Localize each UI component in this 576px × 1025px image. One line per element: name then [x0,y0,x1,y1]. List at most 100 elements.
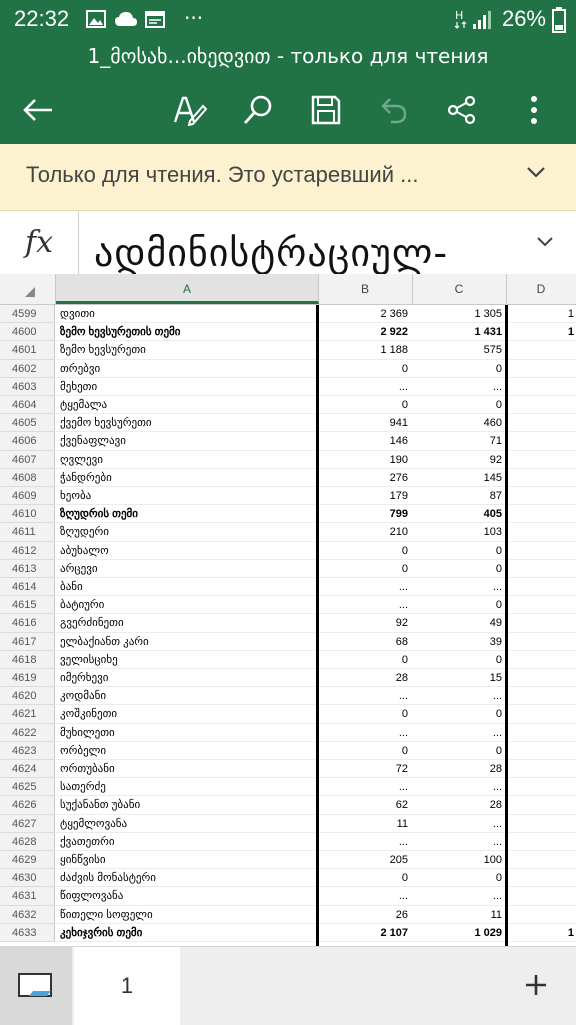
cell-a[interactable]: ზღუდრის თემი [56,505,318,524]
cell-c[interactable]: 0 [412,396,506,415]
cell-b[interactable]: 190 [318,451,412,469]
cell-b[interactable]: ... [318,687,412,706]
row-number[interactable]: 4632 [0,905,55,924]
cell-a[interactable]: ღვლევი [56,451,318,469]
cell-a[interactable]: ზემო ხევსურეთის თემი [56,323,318,342]
cell-c[interactable]: 0 [412,869,506,888]
cell-d[interactable] [506,633,576,651]
more-vertical-icon[interactable] [512,88,556,132]
row-number[interactable]: 4611 [0,523,55,542]
arrow-left-icon[interactable] [16,88,60,132]
cell-a[interactable]: ბატიური [56,596,318,615]
row-number[interactable]: 4621 [0,705,55,724]
chevron-down-icon[interactable] [536,233,554,252]
row-number[interactable]: 4616 [0,614,55,633]
cell-c[interactable]: 460 [412,414,506,433]
row-number[interactable]: 4629 [0,851,55,870]
cell-a[interactable]: ტყემლოვანა [56,815,318,833]
cell-c[interactable]: ... [412,578,506,597]
cell-a[interactable]: ზემო ხევსურეთი [56,341,318,360]
formula-bar[interactable]: fx ადმინისტრაციულ- [0,211,576,275]
cell-c[interactable]: 15 [412,669,506,688]
cell-b[interactable]: 62 [318,796,412,815]
cell-d[interactable] [506,341,576,360]
cell-d[interactable] [506,523,576,542]
cell-c[interactable]: ... [412,815,506,833]
cell-c[interactable]: 1 431 [412,323,506,342]
cell-c[interactable]: 92 [412,451,506,469]
cell-a[interactable]: არცევი [56,560,318,578]
cell-c[interactable]: ... [412,724,506,742]
search-icon[interactable] [236,88,280,132]
cell-d[interactable] [506,778,576,797]
cell-b[interactable]: 2 107 [318,924,412,942]
cell-b[interactable]: 72 [318,760,412,779]
cell-d[interactable] [506,742,576,760]
cell-b[interactable]: 92 [318,614,412,633]
row-number[interactable]: 4633 [0,923,55,942]
cell-b[interactable]: 941 [318,414,412,433]
cell-a[interactable]: ყინწვისი [56,851,318,870]
cell-a[interactable]: ქვემო ხევსურეთი [56,414,318,433]
cell-c[interactable]: 405 [412,505,506,524]
cell-a[interactable]: ზღუდერი [56,523,318,542]
cell-b[interactable]: 0 [318,651,412,669]
cell-b[interactable]: 0 [318,542,412,560]
cell-d[interactable] [506,378,576,396]
cell-b[interactable]: ... [318,778,412,797]
cell-a[interactable]: თრებვი [56,360,318,378]
cell-c[interactable]: 49 [412,614,506,633]
row-number[interactable]: 4613 [0,559,55,578]
row-number[interactable]: 4609 [0,487,55,506]
sheets-list-button[interactable] [0,947,72,1025]
cell-d[interactable] [506,669,576,688]
cell-d[interactable] [506,815,576,833]
cell-d[interactable] [506,505,576,524]
cell-d[interactable] [506,851,576,870]
column-header-b[interactable]: B [318,274,413,304]
cell-b[interactable]: 276 [318,469,412,487]
row-number[interactable]: 4617 [0,632,55,651]
read-only-banner[interactable]: Только для чтения. Это устаревший ... [0,144,576,211]
cell-d[interactable] [506,796,576,815]
cell-b[interactable]: 0 [318,869,412,888]
cell-b[interactable]: 0 [318,560,412,578]
cell-a[interactable]: წიფლოვანა [56,887,318,906]
spreadsheet-grid[interactable]: A B C D 4599 დვითი 2 369 1 305 1 4600 ზემო ხევ… [0,274,576,946]
cell-b[interactable]: 68 [318,633,412,651]
row-number[interactable]: 4603 [0,377,55,396]
cell-c[interactable]: ... [412,687,506,706]
undo-icon[interactable] [372,88,416,132]
cell-a[interactable]: ქვენაფლავი [56,432,318,451]
cell-d[interactable] [506,396,576,415]
cell-a[interactable]: კოშკინეთი [56,705,318,724]
cell-b[interactable]: ... [318,578,412,597]
cell-b[interactable]: 2 922 [318,323,412,342]
column-header-a[interactable]: A [56,274,319,304]
cell-b[interactable]: 0 [318,705,412,724]
cell-b[interactable]: 799 [318,505,412,524]
pen-edit-icon[interactable] [168,88,212,132]
cell-c[interactable]: 145 [412,469,506,487]
row-number[interactable]: 4630 [0,869,55,888]
chevron-down-icon[interactable] [526,164,546,183]
cell-b[interactable]: ... [318,596,412,615]
cell-a[interactable]: ელბაქიანთ კარი [56,633,318,651]
cell-a[interactable]: იმერხევი [56,669,318,688]
row-number[interactable]: 4605 [0,414,55,433]
row-number[interactable]: 4607 [0,450,55,469]
row-number[interactable]: 4628 [0,832,55,851]
sheet-tab[interactable]: 1 [74,947,180,1025]
cell-c[interactable]: 0 [412,542,506,560]
cell-d[interactable] [506,614,576,633]
cell-d[interactable]: 1 [506,924,576,942]
cell-c[interactable]: ... [412,887,506,906]
cell-d[interactable] [506,687,576,706]
cell-a[interactable]: ხეობა [56,487,318,506]
cell-c[interactable]: 0 [412,742,506,760]
cell-a[interactable]: ქვათეთრი [56,833,318,851]
cell-b[interactable]: ... [318,887,412,906]
cell-d[interactable] [506,869,576,888]
row-number[interactable]: 4600 [0,323,55,342]
cell-d[interactable] [506,906,576,924]
